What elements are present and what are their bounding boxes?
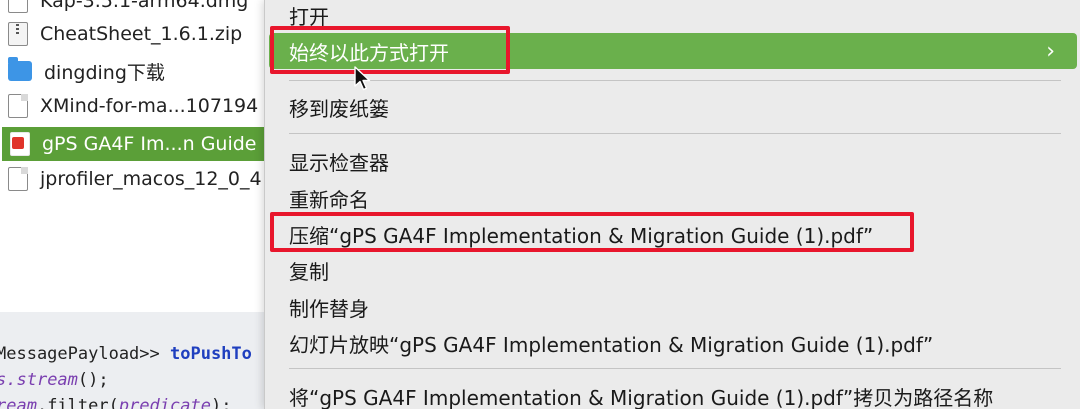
context-menu: 打开 始终以此方式打开 › 移到废纸篓 显示检查器 重新命名 压缩“gPS GA… [264, 0, 1080, 409]
menu-item-copy-as-pathname[interactable]: 将“gPS GA4F Implementation & Migration Gu… [265, 378, 1080, 409]
file-row-gps-pdf[interactable]: gPS GA4F Im...n Guide [2, 127, 270, 161]
menu-item-duplicate[interactable]: 复制 [265, 252, 1080, 288]
finder-file-list: Kap-3.5.1-arm64.dmg CheatSheet_1.6.1.zip… [0, 0, 270, 312]
file-name: jprofiler_macos_12_0_4 [40, 168, 262, 190]
menu-separator [289, 368, 1061, 369]
menu-item-slideshow[interactable]: 幻灯片放映“gPS GA4F Implementation & Migratio… [265, 325, 1080, 361]
code-line: ream.filter(predicate); [0, 396, 232, 409]
file-row-kap[interactable]: Kap-3.5.1-arm64.dmg [0, 0, 270, 18]
folder-icon [8, 57, 32, 81]
menu-item-compress[interactable]: 压缩“gPS GA4F Implementation & Migration G… [265, 216, 1080, 252]
chevron-right-icon: › [1046, 38, 1055, 64]
menu-item-show-inspector[interactable]: 显示检查器 [265, 143, 1080, 179]
menu-item-move-to-trash[interactable]: 移到废纸篓 [265, 89, 1080, 125]
menu-item-open-with[interactable]: 始终以此方式打开 › [269, 33, 1077, 69]
menu-separator [289, 80, 1061, 81]
menu-item-open[interactable]: 打开 [265, 0, 1080, 33]
file-row-cheatsheet[interactable]: CheatSheet_1.6.1.zip [0, 17, 270, 51]
file-row-dingding[interactable]: dingding下载 [0, 54, 270, 88]
file-name: XMind-for-ma...107194 [40, 95, 259, 117]
code-line: MessagePayload>> toPushTo [0, 344, 252, 364]
document-icon [8, 94, 28, 118]
code-editor-fragment: MessagePayload>> toPushTo s.stream(); re… [0, 312, 266, 409]
mouse-pointer-icon [354, 66, 371, 91]
menu-item-make-alias[interactable]: 制作替身 [265, 289, 1080, 325]
file-name: CheatSheet_1.6.1.zip [40, 23, 243, 45]
pdf-icon [10, 132, 30, 156]
file-name: dingding下载 [44, 61, 165, 84]
file-row-jprofiler[interactable]: jprofiler_macos_12_0_4 [0, 162, 270, 196]
document-icon [8, 167, 28, 191]
file-name: gPS GA4F Im...n Guide [42, 133, 257, 155]
file-name: Kap-3.5.1-arm64.dmg [40, 0, 249, 12]
file-row-xmind[interactable]: XMind-for-ma...107194 [0, 89, 270, 123]
zip-archive-icon [8, 22, 28, 46]
disk-image-icon [8, 0, 28, 13]
code-line: s.stream(); [0, 370, 109, 390]
menu-item-rename[interactable]: 重新命名 [265, 180, 1080, 216]
menu-separator [289, 133, 1061, 134]
